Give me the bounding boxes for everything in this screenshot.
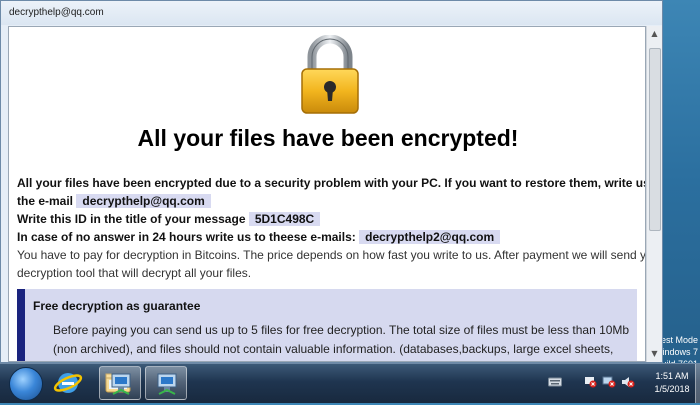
window-titlebar[interactable]: decrypthelp@qq.com [1, 1, 662, 25]
message-body: All your files have been encrypted due t… [17, 174, 646, 282]
primary-email[interactable]: decrypthelp@qq.com [76, 194, 211, 208]
clock-date: 1/5/2018 [654, 384, 690, 394]
guarantee-text: Before paying you can send us up to 5 fi… [53, 323, 630, 356]
padlock-icon [301, 35, 359, 114]
scroll-down-icon[interactable]: ▼ [647, 346, 662, 362]
payment-line: decryption tool that will decrypt all yo… [17, 266, 252, 280]
headline: All your files have been encrypted! [137, 125, 519, 151]
network-app-icon[interactable] [99, 366, 141, 400]
keyboard-icon[interactable] [548, 376, 562, 388]
ransom-window: decrypthelp@qq.com All your files have b… [0, 0, 663, 363]
clock-time: 1:51 AM [655, 371, 689, 381]
secondary-email[interactable]: decrypthelp2@qq.com [359, 230, 501, 244]
volume-icon[interactable] [621, 376, 635, 388]
system-clock[interactable]: 1:51 AM 1/5/2018 [648, 370, 696, 396]
scroll-thumb[interactable] [649, 48, 661, 231]
victim-id[interactable]: 5D1C498C [248, 212, 321, 226]
show-desktop-button[interactable] [695, 364, 700, 403]
fallback-label: In case of no answer in 24 hours write u… [17, 230, 356, 244]
flag-icon[interactable] [583, 376, 597, 388]
id-line: Write this ID in the title of your messa… [17, 210, 639, 228]
id-label: Write this ID in the title of your messa… [17, 212, 246, 226]
window-title: decrypthelp@qq.com [9, 7, 104, 18]
scroll-up-icon[interactable]: ▲ [647, 26, 662, 42]
internet-explorer-icon[interactable] [47, 366, 89, 400]
network-app-icon[interactable] [145, 366, 187, 400]
message-content: All your files have been encrypted! All … [8, 26, 646, 362]
payment-line: You have to pay for decryption in Bitcoi… [17, 248, 646, 262]
email-label: the e-mail [17, 194, 74, 208]
taskbar: 1:51 AM 1/5/2018 [0, 363, 700, 403]
network-icon[interactable] [602, 376, 616, 388]
start-orb-icon[interactable] [9, 367, 43, 401]
guarantee-title: Free decryption as guarantee [33, 299, 201, 313]
fallback-line: In case of no answer in 24 hours write u… [17, 228, 639, 246]
email-line: the e-mail decrypthelp@qq.com [17, 192, 639, 210]
intro-line: All your files have been encrypted due t… [17, 176, 646, 190]
vertical-scrollbar[interactable]: ▲ ▼ [646, 26, 662, 362]
guarantee-box: Free decryption as guarantee Before payi… [17, 289, 637, 361]
